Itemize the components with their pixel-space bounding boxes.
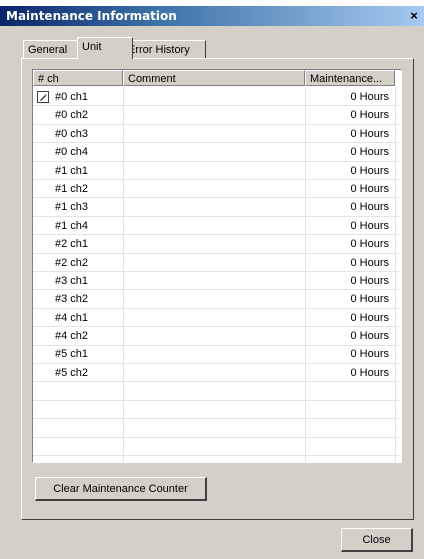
table-row[interactable]: #5 ch2 0 Hours (33, 364, 399, 382)
cell-maintenance: 0 Hours (350, 366, 389, 379)
tab-general[interactable]: General (23, 40, 81, 59)
cell-ch: #5 ch2 (55, 366, 89, 379)
close-icon[interactable]: × (406, 8, 422, 24)
grid-hline (33, 105, 399, 107)
table-row[interactable]: #0 ch2 0 Hours (33, 106, 399, 124)
grid-hline (33, 215, 399, 217)
cell-maintenance: 0 Hours (350, 164, 389, 177)
table-row[interactable]: #2 ch2 0 Hours (33, 254, 399, 272)
cell-maintenance: 0 Hours (350, 274, 389, 287)
cell-maintenance: 0 Hours (350, 182, 389, 195)
table-row[interactable]: #0 ch1 0 Hours (33, 88, 399, 106)
cell-maintenance: 0 Hours (350, 238, 389, 251)
dialog-client: General Unit Error History # ch Comment … (0, 26, 424, 559)
cell-ch: #0 ch2 (55, 109, 89, 122)
tab-panel-unit: # ch Comment Maintenance... #0 ch1 0 Hour… (21, 58, 414, 520)
cell-maintenance: 0 Hours (350, 219, 389, 232)
cell-ch: #1 ch1 (55, 164, 89, 177)
table-row[interactable]: #4 ch2 0 Hours (33, 327, 399, 345)
grid-hline (33, 252, 399, 254)
grid-hline (33, 160, 399, 162)
grid-hline (33, 179, 399, 180)
grid-hline (33, 326, 399, 328)
grid-hline (33, 399, 399, 401)
cell-ch: #4 ch2 (55, 330, 89, 343)
cell-maintenance: 0 Hours (350, 256, 389, 269)
cell-ch: #2 ch1 (55, 238, 89, 251)
grid-hline (33, 418, 399, 420)
table-row[interactable]: #3 ch2 0 Hours (33, 290, 399, 308)
window-title: Maintenance Information (6, 9, 177, 23)
grid-hline (33, 289, 399, 291)
cell-maintenance: 0 Hours (350, 330, 389, 343)
table-row[interactable]: #2 ch1 0 Hours (33, 235, 399, 253)
tab-error-history[interactable]: Error History (123, 40, 206, 59)
grid-hline (33, 363, 399, 364)
cell-maintenance: 0 Hours (350, 293, 389, 306)
title-bar[interactable]: Maintenance Information × (0, 0, 424, 26)
column-header-comment[interactable]: Comment (123, 70, 305, 86)
grid-hline (33, 436, 399, 438)
table-row[interactable]: #1 ch3 0 Hours (33, 198, 399, 216)
column-header-ch[interactable]: # ch (33, 70, 123, 86)
table-row[interactable]: #0 ch4 0 Hours (33, 143, 399, 161)
table-row[interactable]: #1 ch1 0 Hours (33, 162, 399, 180)
tab-unit[interactable]: Unit (77, 37, 133, 59)
maintenance-list[interactable]: # ch Comment Maintenance... #0 ch1 0 Hour… (32, 69, 402, 463)
cell-maintenance: 0 Hours (350, 91, 389, 103)
cell-maintenance: 0 Hours (350, 311, 389, 324)
table-row[interactable]: #1 ch4 0 Hours (33, 217, 399, 235)
cell-ch: #4 ch1 (55, 311, 89, 324)
table-row[interactable]: #1 ch2 0 Hours (33, 180, 399, 198)
grid-hline (33, 123, 399, 125)
grid-hline (33, 344, 399, 346)
cell-ch: #5 ch1 (55, 348, 89, 361)
clear-maintenance-counter-button[interactable]: Clear Maintenance Counter (35, 477, 207, 501)
cell-maintenance: 0 Hours (350, 348, 389, 361)
cell-ch: #1 ch2 (55, 182, 89, 195)
table-row[interactable]: #3 ch1 0 Hours (33, 272, 399, 290)
cell-maintenance: 0 Hours (350, 109, 389, 122)
table-row[interactable]: #5 ch1 0 Hours (33, 345, 399, 363)
close-button[interactable]: Close (341, 528, 413, 552)
cell-maintenance: 0 Hours (350, 127, 389, 140)
pencil-icon (37, 91, 49, 103)
grid-hline (33, 197, 399, 199)
list-header: # ch Comment Maintenance... (33, 70, 399, 87)
cell-maintenance: 0 Hours (350, 146, 389, 159)
table-row[interactable]: #0 ch3 0 Hours (33, 125, 399, 143)
cell-ch: #1 ch3 (55, 201, 89, 214)
cell-ch: #0 ch3 (55, 127, 89, 140)
cell-ch: #0 ch1 (55, 91, 89, 103)
cell-ch: #1 ch4 (55, 219, 89, 232)
grid-hline (33, 142, 399, 144)
grid-hline (33, 307, 399, 309)
cell-ch: #0 ch4 (55, 146, 89, 159)
cell-ch: #3 ch2 (55, 293, 89, 306)
column-header-maintenance[interactable]: Maintenance... (305, 70, 395, 86)
table-row[interactable]: #4 ch1 0 Hours (33, 309, 399, 327)
cell-ch: #2 ch2 (55, 256, 89, 269)
cell-maintenance: 0 Hours (350, 201, 389, 214)
grid-hline (33, 381, 399, 383)
cell-ch: #3 ch1 (55, 274, 89, 287)
grid-hline (33, 455, 399, 456)
grid-hline (33, 234, 399, 236)
grid-hline (33, 271, 399, 272)
